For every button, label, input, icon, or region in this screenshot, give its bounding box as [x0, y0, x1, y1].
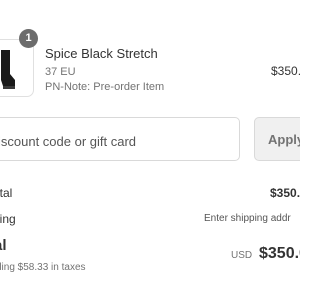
discount-code-placeholder: iscount code or gift card — [0, 134, 137, 149]
checkout-order-summary: 1 Spice Black Stretch 37 EU PN-Note: Pre… — [0, 0, 300, 300]
subtotal-label: otal — [0, 186, 13, 200]
total-label: al — [0, 237, 7, 254]
total-value: $350.0 — [259, 245, 300, 262]
product-name: Spice Black Stretch — [45, 46, 158, 61]
quantity-badge: 1 — [19, 29, 38, 48]
apply-discount-button[interactable]: Apply — [254, 117, 300, 161]
taxes-note: ding $58.33 in taxes — [0, 262, 86, 273]
shipping-value: Enter shipping addr — [204, 213, 291, 224]
boot-icon — [1, 50, 15, 89]
currency-code: USD — [231, 250, 253, 261]
product-price: $350. — [271, 64, 300, 78]
product-note: PN-Note: Pre-order Item — [45, 81, 165, 93]
product-size: 37 EU — [45, 66, 76, 78]
shipping-label: ping — [0, 212, 16, 226]
subtotal-value: $350. — [270, 186, 300, 200]
